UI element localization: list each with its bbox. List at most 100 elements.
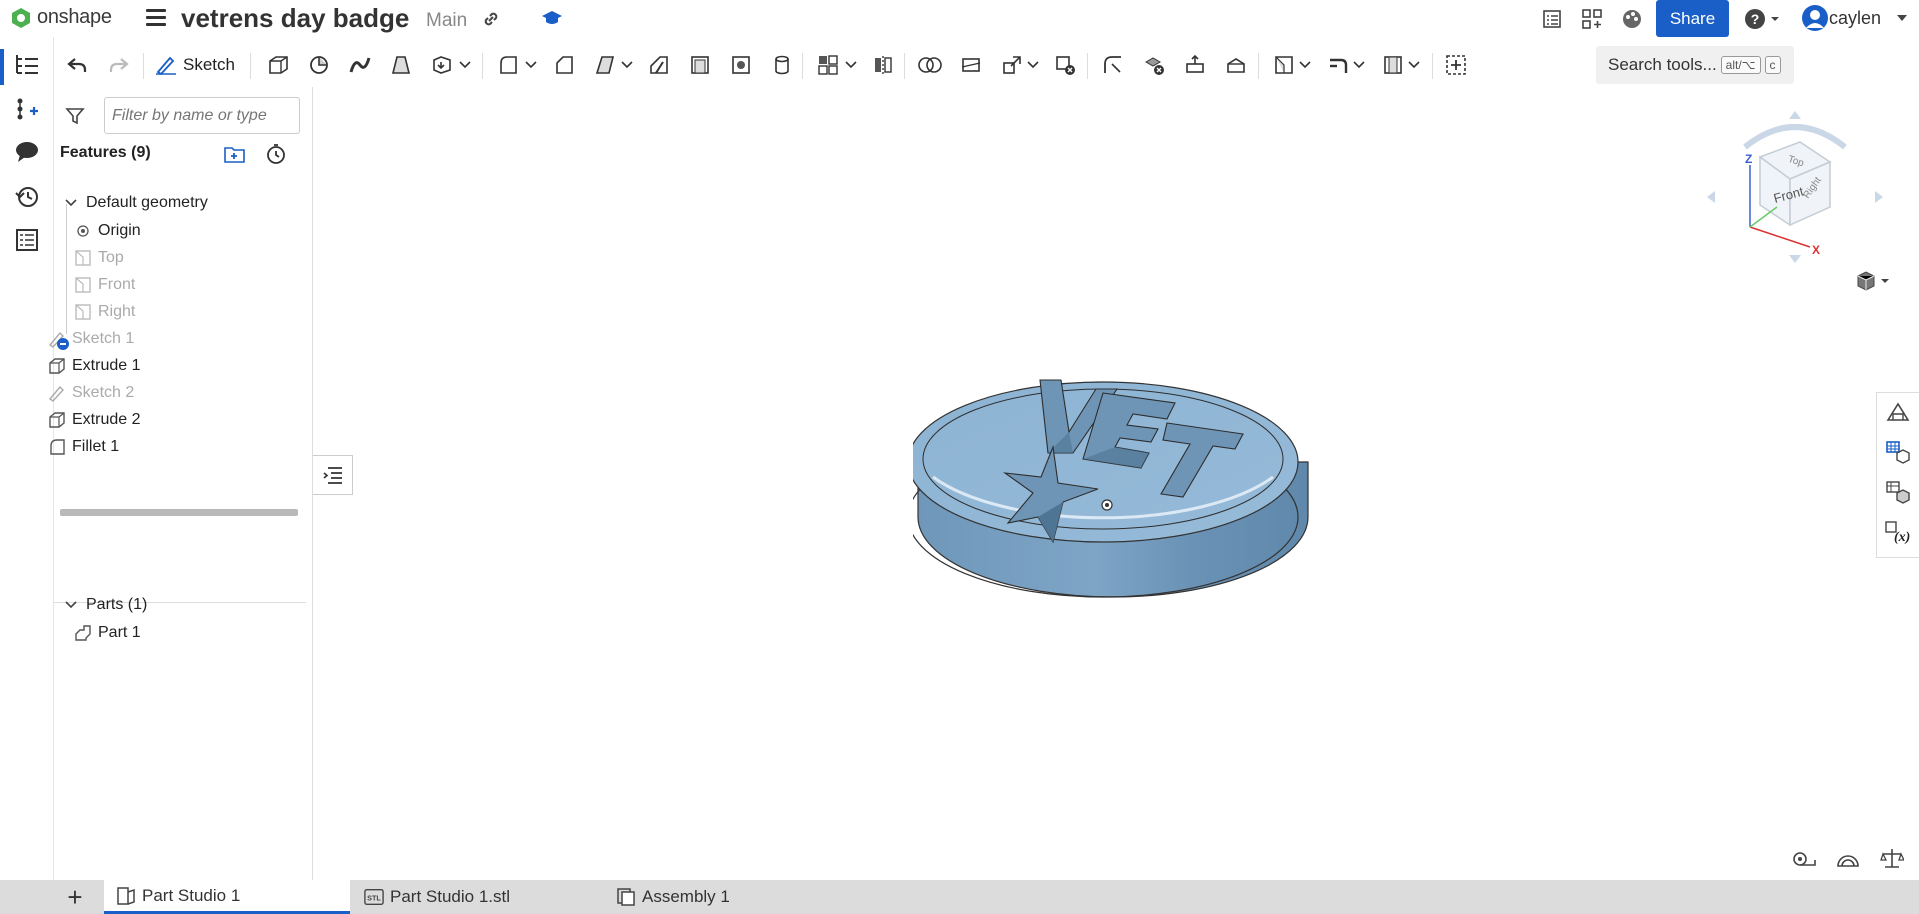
right-tool-panel: (x) — [1876, 392, 1919, 558]
rollback-bar[interactable] — [60, 509, 298, 516]
variable-table-icon[interactable] — [12, 93, 42, 123]
default-geometry-item-right[interactable]: Right — [74, 298, 135, 326]
view-down-arrow-icon[interactable] — [1789, 255, 1801, 263]
variables-panel-icon[interactable]: (x) — [1883, 517, 1913, 547]
sheet-metal-dropdown-chevron-icon[interactable] — [1352, 45, 1366, 85]
plane-dropdown-chevron-icon[interactable] — [1298, 45, 1312, 85]
sketch-button[interactable]: Sketch — [152, 45, 238, 85]
loft-tool-icon[interactable] — [387, 45, 415, 85]
mirror-tool-icon[interactable] — [869, 45, 897, 85]
view-left-arrow-icon[interactable] — [1707, 191, 1715, 203]
release-candidates-icon[interactable] — [1541, 8, 1563, 30]
fillet-dropdown-chevron-icon[interactable] — [524, 45, 538, 85]
default-geometry-item-front[interactable]: Front — [74, 271, 135, 299]
redo-icon[interactable] — [104, 45, 134, 85]
transform-dropdown-chevron-icon[interactable] — [1026, 45, 1040, 85]
help-icon[interactable]: ? — [1744, 7, 1784, 31]
chamfer-tool-icon[interactable] — [550, 45, 578, 85]
tab-assembly-1[interactable]: Assembly 1 — [604, 880, 854, 914]
tab-part-studio-1-stl[interactable]: STL Part Studio 1.stl — [352, 880, 602, 914]
appearance-icon[interactable] — [1620, 7, 1644, 31]
view-cube[interactable]: Top Front Right Z X — [1705, 107, 1885, 267]
branch-label[interactable]: Main — [426, 10, 467, 32]
feature-item-sketch-2[interactable]: Sketch 2 — [48, 379, 134, 407]
feature-item-fillet-1[interactable]: Fillet 1 — [48, 433, 119, 461]
search-tools-button[interactable]: Search tools... alt/⌥ c — [1596, 46, 1794, 84]
top-bar: onshape vetrens day badge Main Share ? c… — [0, 0, 1919, 37]
sweep-tool-icon[interactable] — [346, 45, 374, 85]
part-icon — [74, 624, 92, 642]
section-view-icon[interactable] — [1835, 847, 1861, 871]
document-title[interactable]: vetrens day badge — [181, 3, 409, 34]
draft-dropdown-chevron-icon[interactable] — [620, 45, 634, 85]
user-name[interactable]: caylen — [1829, 8, 1881, 29]
svg-text:STL: STL — [367, 894, 381, 903]
delete-part-icon[interactable] — [1051, 45, 1079, 85]
default-geometry-item-origin[interactable]: Origin — [74, 217, 141, 245]
shell-tool-icon[interactable] — [686, 45, 714, 85]
sheet-metal-icon[interactable] — [1324, 45, 1352, 85]
app-store-icon[interactable] — [1580, 7, 1604, 31]
comments-icon[interactable] — [12, 137, 42, 167]
mass-properties-icon[interactable] — [1879, 845, 1905, 871]
view-options-cube-icon[interactable] — [1853, 269, 1893, 293]
delete-face-icon[interactable] — [1140, 45, 1168, 85]
frame-dropdown-chevron-icon[interactable] — [1407, 45, 1421, 85]
add-custom-feature-icon[interactable] — [1442, 45, 1470, 85]
transform-tool-icon[interactable] — [998, 45, 1026, 85]
filter-icon[interactable] — [64, 105, 86, 127]
appearance-panel-icon[interactable] — [1883, 397, 1913, 427]
main-menu-icon[interactable] — [146, 9, 166, 27]
thicken-tool-icon[interactable] — [428, 45, 456, 85]
tab-part-studio-1[interactable]: Part Studio 1 — [104, 880, 350, 914]
graphics-viewport[interactable]: Top Front Right Z X — [313, 87, 1904, 880]
new-folder-icon[interactable] — [222, 143, 248, 165]
app-logo-text[interactable]: onshape — [37, 6, 112, 29]
plane-tool-icon[interactable] — [1270, 45, 1298, 85]
frame-tool-icon[interactable] — [1379, 45, 1407, 85]
user-menu-chevron-icon[interactable] — [1895, 12, 1909, 24]
replace-face-icon[interactable] — [1222, 45, 1250, 85]
configurations-panel-icon[interactable] — [1883, 437, 1913, 467]
modify-fillet-icon[interactable] — [1099, 45, 1127, 85]
default-geometry-item-top[interactable]: Top — [74, 244, 124, 272]
history-icon[interactable] — [12, 181, 42, 211]
user-avatar-icon[interactable] — [1801, 4, 1829, 32]
parts-folder[interactable]: Parts (1) — [62, 591, 147, 619]
share-button[interactable]: Share — [1656, 0, 1729, 37]
badge-model[interactable] — [913, 347, 1313, 607]
draft-tool-icon[interactable] — [591, 45, 619, 85]
boolean-tool-icon[interactable] — [916, 45, 944, 85]
pattern-tool-icon[interactable] — [814, 45, 842, 85]
onshape-logo-icon[interactable] — [10, 7, 32, 29]
feature-filter-input[interactable] — [104, 97, 300, 134]
hole-tool-icon[interactable] — [727, 45, 755, 85]
part-item-part-1[interactable]: Part 1 — [74, 619, 141, 647]
default-geometry-folder[interactable]: Default geometry — [62, 189, 208, 217]
view-up-arrow-icon[interactable] — [1789, 111, 1801, 119]
learning-center-icon[interactable] — [540, 7, 564, 29]
thicken-dropdown-chevron-icon[interactable] — [458, 45, 472, 85]
cylinder-tool-icon[interactable] — [768, 45, 796, 85]
chevron-down-icon[interactable] — [62, 596, 80, 614]
pattern-dropdown-chevron-icon[interactable] — [844, 45, 858, 85]
feature-item-extrude-2[interactable]: Extrude 2 — [48, 406, 140, 434]
split-tool-icon[interactable] — [957, 45, 985, 85]
move-face-icon[interactable] — [1181, 45, 1209, 85]
undo-icon[interactable] — [62, 45, 92, 85]
parts-list-icon[interactable] — [12, 225, 42, 255]
feature-item-sketch-1[interactable]: Sketch 1 — [48, 325, 134, 353]
feature-item-extrude-1[interactable]: Extrude 1 — [48, 352, 140, 380]
fillet-tool-icon[interactable] — [494, 45, 522, 85]
link-icon[interactable] — [480, 8, 502, 30]
feature-list-icon[interactable] — [12, 49, 42, 79]
rib-tool-icon[interactable] — [645, 45, 673, 85]
variant-table-icon[interactable] — [1883, 477, 1913, 507]
revolve-tool-icon[interactable] — [305, 45, 333, 85]
rollback-timer-icon[interactable] — [264, 142, 288, 166]
chevron-down-icon[interactable] — [62, 194, 80, 212]
view-right-arrow-icon[interactable] — [1875, 191, 1883, 203]
add-tab-button[interactable]: + — [60, 880, 90, 914]
measure-tool-icon[interactable] — [1791, 847, 1817, 871]
extrude-tool-icon[interactable] — [264, 45, 292, 85]
